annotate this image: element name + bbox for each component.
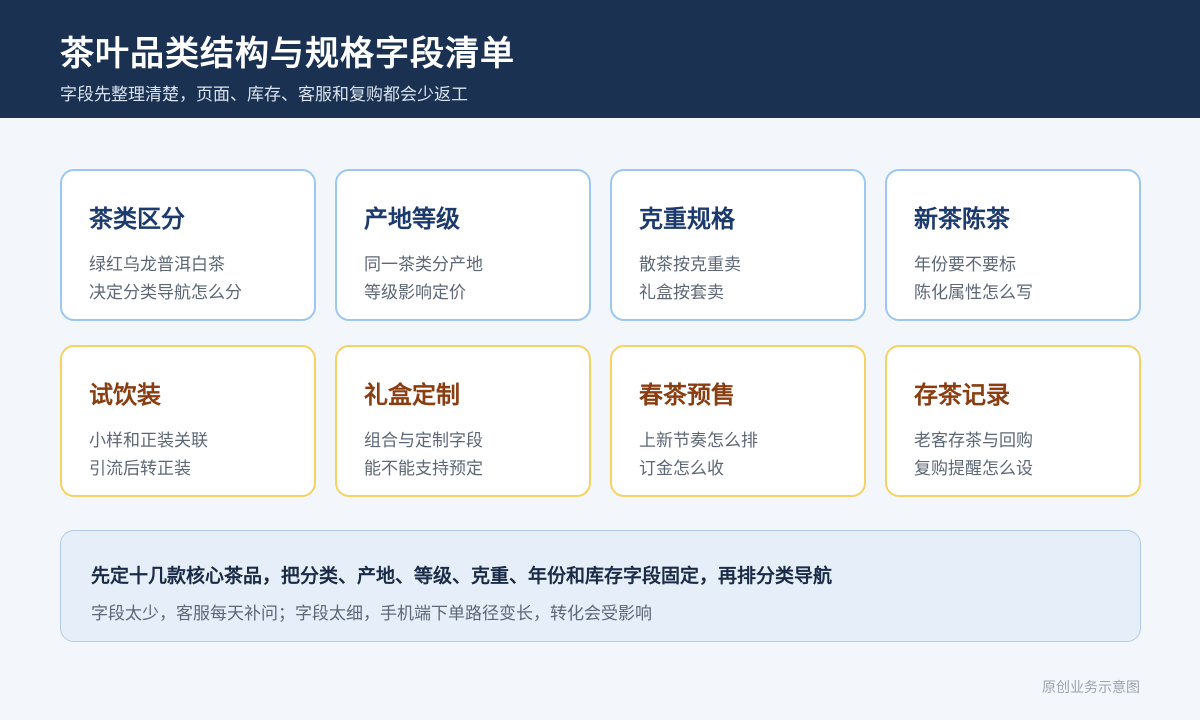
card-title: 春茶预售 (639, 381, 735, 409)
page-subtitle: 字段先整理清楚，页面、库存、客服和复购都会少返工 (60, 85, 468, 105)
card-line: 老客存茶与回购 (914, 431, 1033, 451)
card-line: 礼盒按套卖 (639, 283, 724, 303)
card-line: 订金怎么收 (639, 459, 724, 479)
card-line: 绿红乌龙普洱白茶 (89, 255, 225, 275)
card-weight-spec: 克重规格 散茶按克重卖 礼盒按套卖 (610, 169, 866, 321)
card-gift-box: 礼盒定制 组合与定制字段 能不能支持预定 (335, 345, 591, 497)
footer-note: 原创业务示意图 (1042, 680, 1140, 696)
card-line: 复购提醒怎么设 (914, 459, 1033, 479)
card-line: 小样和正装关联 (89, 431, 208, 451)
card-line: 组合与定制字段 (364, 431, 483, 451)
card-title: 试饮装 (89, 381, 161, 409)
card-line: 同一茶类分产地 (364, 255, 483, 275)
card-title: 茶类区分 (89, 205, 185, 233)
card-spring-presale: 春茶预售 上新节奏怎么排 订金怎么收 (610, 345, 866, 497)
card-line: 年份要不要标 (914, 255, 1016, 275)
card-title: 克重规格 (639, 205, 735, 233)
card-line: 决定分类导航怎么分 (89, 283, 242, 303)
card-origin-grade: 产地等级 同一茶类分产地 等级影响定价 (335, 169, 591, 321)
card-line: 等级影响定价 (364, 283, 466, 303)
summary-sub-text: 字段太少，客服每天补问；字段太细，手机端下单路径变长，转化会受影响 (91, 604, 652, 624)
summary-main-text: 先定十几款核心茶品，把分类、产地、等级、克重、年份和库存字段固定，再排分类导航 (91, 565, 833, 587)
header-banner: 茶叶品类结构与规格字段清单 字段先整理清楚，页面、库存、客服和复购都会少返工 (0, 0, 1200, 118)
card-trial-pack: 试饮装 小样和正装关联 引流后转正装 (60, 345, 316, 497)
card-new-aged-tea: 新茶陈茶 年份要不要标 陈化属性怎么写 (885, 169, 1141, 321)
card-storage-record: 存茶记录 老客存茶与回购 复购提醒怎么设 (885, 345, 1141, 497)
card-title: 礼盒定制 (364, 381, 460, 409)
page-title: 茶叶品类结构与规格字段清单 (60, 34, 515, 74)
summary-panel: 先定十几款核心茶品，把分类、产地、等级、克重、年份和库存字段固定，再排分类导航 … (60, 530, 1141, 642)
card-line: 陈化属性怎么写 (914, 283, 1033, 303)
card-line: 引流后转正装 (89, 459, 191, 479)
card-title: 产地等级 (364, 205, 460, 233)
card-tea-category: 茶类区分 绿红乌龙普洱白茶 决定分类导航怎么分 (60, 169, 316, 321)
card-title: 新茶陈茶 (914, 205, 1010, 233)
card-line: 上新节奏怎么排 (639, 431, 758, 451)
card-line: 散茶按克重卖 (639, 255, 741, 275)
card-line: 能不能支持预定 (364, 459, 483, 479)
card-title: 存茶记录 (914, 381, 1010, 409)
